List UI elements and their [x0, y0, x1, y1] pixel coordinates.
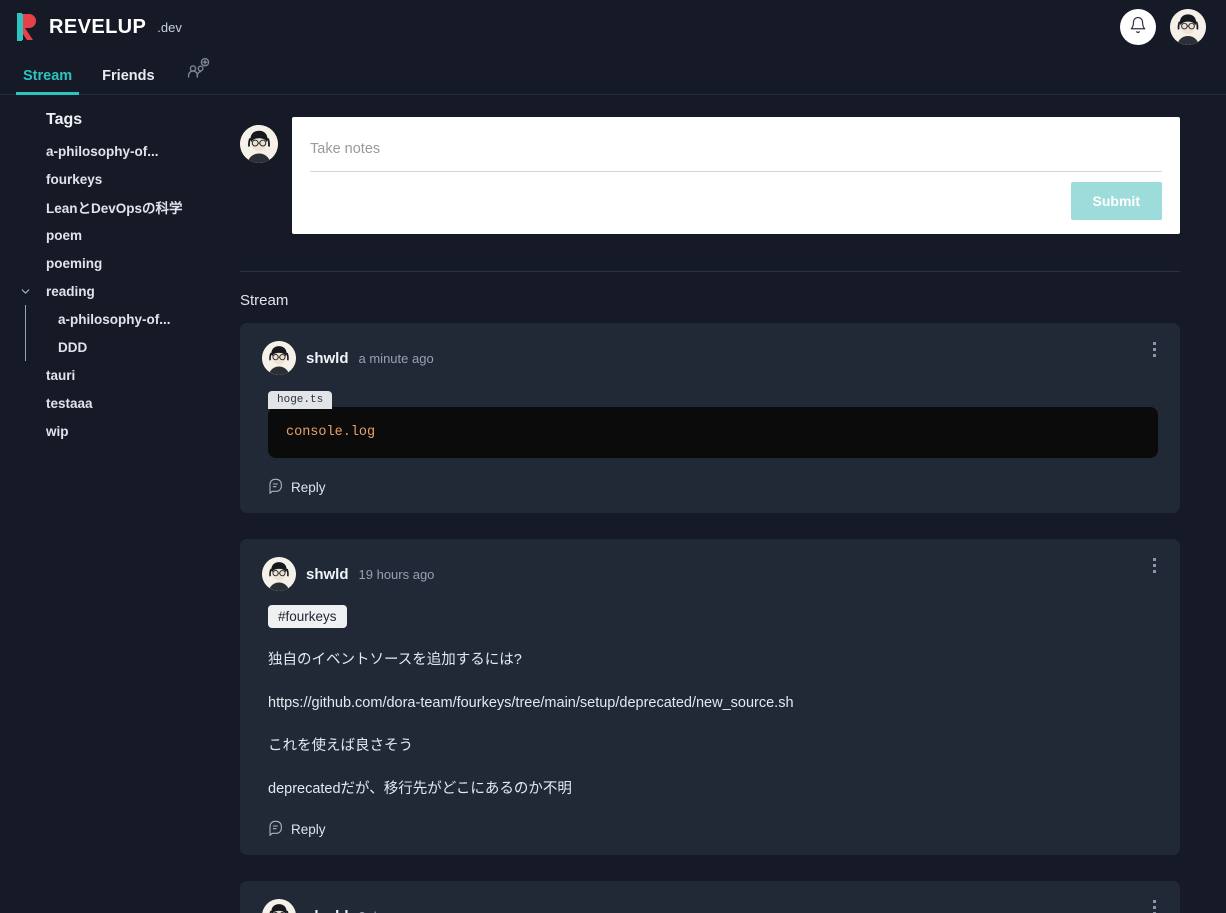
sidebar-item-label: DDD — [58, 339, 88, 355]
more-vertical-icon[interactable] — [1144, 337, 1164, 361]
post-text-link[interactable]: https://github.com/dora-team/fourkeys/tr… — [268, 693, 1158, 714]
sidebar-subtree-reading: a-philosophy-of... DDD — [25, 305, 220, 361]
reply-label: Reply — [291, 480, 326, 495]
avatar — [262, 899, 296, 913]
code-punctuation: . — [342, 425, 351, 440]
sidebar-item-label: reading — [46, 283, 95, 299]
post-card[interactable]: shwld 19 hours ago #fourkeys 独自のイベントソースを… — [240, 539, 1180, 856]
sidebar-item-label: a-philosophy-of... — [46, 143, 159, 159]
sidebar-title: Tags — [46, 111, 83, 128]
post-author[interactable]: shwld — [306, 566, 349, 583]
sidebar-item-label: wip — [46, 423, 69, 439]
sidebar-item-wip[interactable]: wip — [0, 417, 220, 445]
page-layout: Tags a-philosophy-of... fourkeys LeanとDe… — [0, 95, 1226, 913]
code-identifier: console — [286, 425, 343, 440]
sidebar-subitem-ddd[interactable]: DDD — [26, 333, 220, 361]
main-content: Submit Stream — [220, 95, 1226, 913]
post-header: shwld 19 hours ago — [262, 557, 1158, 591]
main-tabs: Stream Friends — [0, 54, 1226, 95]
sidebar-item-reading[interactable]: reading — [0, 277, 220, 305]
post-card[interactable]: shwld 3 days ago — [240, 881, 1180, 913]
tab-friends[interactable]: Friends — [87, 68, 169, 95]
reply-comment-icon — [268, 478, 284, 497]
brand-suffix: .dev — [157, 19, 182, 35]
post-header: shwld 3 days ago — [262, 899, 1158, 913]
sidebar-item-label: poem — [46, 227, 83, 243]
sidebar-item-poeming[interactable]: poeming — [0, 249, 220, 277]
post-card[interactable]: shwld a minute ago hoge.ts console.log R… — [240, 323, 1180, 513]
take-notes-input[interactable] — [310, 133, 1162, 172]
sidebar-item-poem[interactable]: poem — [0, 221, 220, 249]
post-timestamp: 19 hours ago — [358, 566, 435, 582]
more-vertical-icon[interactable] — [1144, 895, 1164, 913]
sidebar-item-label: poeming — [46, 255, 103, 271]
post-author[interactable]: shwld — [306, 908, 349, 913]
composer-actions: Submit — [310, 172, 1162, 220]
more-vertical-icon[interactable] — [1144, 553, 1164, 577]
reply-button[interactable]: Reply — [268, 820, 326, 839]
reply-label: Reply — [291, 822, 326, 838]
code-property: log — [350, 425, 376, 440]
sidebar-subitem-a-philosophy-of[interactable]: a-philosophy-of... — [26, 305, 220, 333]
tab-stream[interactable]: Stream — [8, 68, 87, 95]
avatar[interactable] — [1170, 9, 1206, 45]
post-tag-chip[interactable]: #fourkeys — [268, 605, 347, 628]
sidebar: Tags a-philosophy-of... fourkeys LeanとDe… — [0, 95, 220, 913]
post-header: shwld a minute ago — [262, 341, 1158, 375]
sidebar-item-label: LeanとDevOpsの科学 — [46, 201, 183, 216]
brand-name: REVELUP — [49, 15, 147, 38]
revelup-logo-icon — [14, 12, 40, 42]
sidebar-item-label: fourkeys — [46, 171, 103, 187]
post-text-line: deprecatedだが、移行先がどこにあるのか不明 — [268, 781, 572, 798]
sidebar-item-label: a-philosophy-of... — [58, 311, 171, 327]
post-body: #fourkeys 独自のイベントソースを追加するには? https://git… — [262, 591, 1158, 841]
composer-area: Submit — [240, 95, 1180, 234]
brand[interactable]: REVELUP .dev — [14, 12, 182, 42]
post-timestamp: a minute ago — [358, 350, 434, 366]
sidebar-item-label: tauri — [46, 367, 76, 383]
avatar — [262, 341, 296, 375]
code-block: console.log — [268, 407, 1158, 458]
stream-heading: Stream — [240, 292, 289, 309]
bell-icon — [1129, 16, 1147, 39]
group-add-icon — [186, 57, 212, 86]
tab-add-friends[interactable] — [170, 57, 228, 94]
composer: Submit — [292, 117, 1180, 234]
sidebar-item-testaaa[interactable]: testaaa — [0, 389, 220, 417]
post-timestamp: 3 days ago — [359, 909, 423, 913]
avatar — [262, 557, 296, 591]
sidebar-item-lean-devops[interactable]: LeanとDevOpsの科学 — [0, 193, 220, 221]
sidebar-item-fourkeys[interactable]: fourkeys — [0, 165, 220, 193]
sidebar-item-tauri[interactable]: tauri — [0, 361, 220, 389]
app-header: REVELUP .dev — [0, 0, 1226, 54]
post-body: hoge.ts console.log Reply — [262, 375, 1158, 499]
sidebar-item-label: testaaa — [46, 395, 93, 411]
notifications-button[interactable] — [1120, 9, 1156, 45]
avatar — [240, 125, 278, 163]
submit-button[interactable]: Submit — [1070, 182, 1162, 220]
chevron-down-icon[interactable] — [14, 285, 36, 298]
reply-button[interactable]: Reply — [268, 478, 326, 497]
post-text-line: これを使えば良さそう — [268, 738, 413, 755]
code-filename-badge: hoge.ts — [268, 391, 333, 409]
header-actions — [1120, 9, 1206, 45]
reply-comment-icon — [268, 820, 284, 839]
post-text-line: 独自のイベントソースを追加するには? — [268, 652, 522, 668]
sidebar-item-a-philosophy-of[interactable]: a-philosophy-of... — [0, 137, 220, 165]
post-author[interactable]: shwld — [306, 350, 349, 367]
